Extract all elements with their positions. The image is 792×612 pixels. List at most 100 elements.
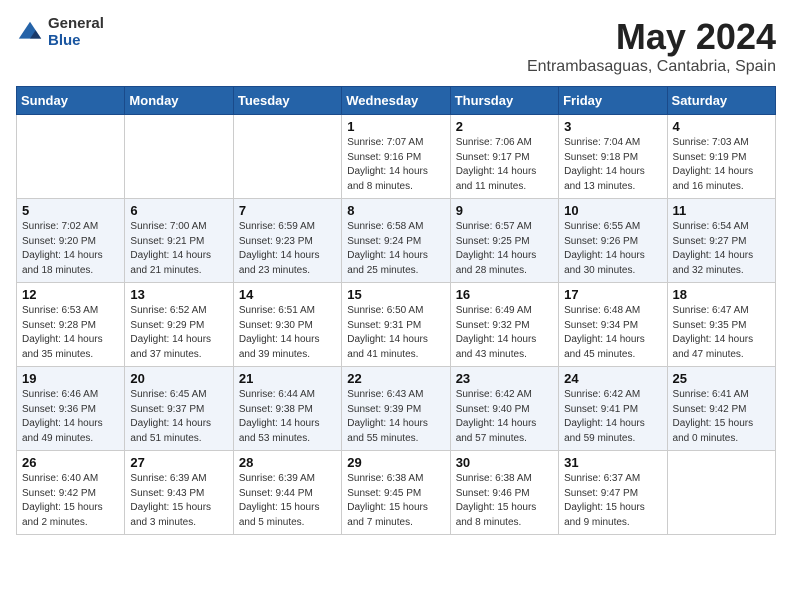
day-number: 16 (456, 287, 553, 302)
day-info: Sunrise: 6:59 AM Sunset: 9:23 PM Dayligh… (239, 220, 336, 278)
location-subtitle: Entrambasaguas, Cantabria, Spain (527, 58, 776, 76)
calendar-day-cell: 24 Sunrise: 6:42 AM Sunset: 9:41 PM Dayli… (559, 367, 667, 451)
calendar-day-cell: 27 Sunrise: 6:39 AM Sunset: 9:43 PM Dayli… (125, 451, 233, 535)
logo-blue-text: Blue (48, 33, 104, 50)
calendar-day-cell: 14Sunrise: 6:51 AM Sunset: 9:30 PM Dayli… (233, 283, 341, 367)
day-info: Sunrise: 7:06 AM Sunset: 9:17 PM Dayligh… (456, 136, 553, 194)
calendar-day-cell: 9Sunrise: 6:57 AM Sunset: 9:25 PM Daylig… (450, 199, 558, 283)
day-number: 18 (673, 287, 770, 302)
day-number: 10 (564, 203, 661, 218)
day-number: 3 (564, 119, 661, 134)
day-number: 1 (347, 119, 444, 134)
calendar-day-cell: 4Sunrise: 7:03 AM Sunset: 9:19 PM Daylig… (667, 115, 775, 199)
title-block: May 2024 Entrambasaguas, Cantabria, Spai… (527, 16, 776, 76)
day-info: Sunrise: 6:42 AM Sunset: 9:41 PM Dayligh… (564, 388, 661, 446)
day-number: 12 (22, 287, 119, 302)
calendar-day-cell: 25 Sunrise: 6:41 AM Sunset: 9:42 PM Dayli… (667, 367, 775, 451)
day-number: 17 (564, 287, 661, 302)
calendar-day-cell: 21 Sunrise: 6:44 AM Sunset: 9:38 PM Dayli… (233, 367, 341, 451)
logo-general-text: General (48, 16, 104, 33)
calendar-day-cell: 1 Sunrise: 7:07 AM Sunset: 9:16 PM Daylig… (342, 115, 450, 199)
month-title: May 2024 (527, 16, 776, 58)
calendar-day-cell: 23 Sunrise: 6:42 AM Sunset: 9:40 PM Dayli… (450, 367, 558, 451)
day-info: Sunrise: 7:04 AM Sunset: 9:18 PM Dayligh… (564, 136, 661, 194)
day-number: 2 (456, 119, 553, 134)
calendar-week-row: 5Sunrise: 7:02 AM Sunset: 9:20 PM Daylig… (17, 199, 776, 283)
calendar-day-cell: 20 Sunrise: 6:45 AM Sunset: 9:37 PM Dayli… (125, 367, 233, 451)
calendar-day-cell (17, 115, 125, 199)
day-info: Sunrise: 6:53 AM Sunset: 9:28 PM Dayligh… (22, 304, 119, 362)
day-info: Sunrise: 7:02 AM Sunset: 9:20 PM Dayligh… (22, 220, 119, 278)
day-info: Sunrise: 6:38 AM Sunset: 9:45 PM Dayligh… (347, 472, 444, 530)
day-info: Sunrise: 6:47 AM Sunset: 9:35 PM Dayligh… (673, 304, 770, 362)
day-number: 7 (239, 203, 336, 218)
calendar-day-cell: 2 Sunrise: 7:06 AM Sunset: 9:17 PM Daylig… (450, 115, 558, 199)
calendar-day-cell: 18 Sunrise: 6:47 AM Sunset: 9:35 PM Dayli… (667, 283, 775, 367)
day-info: Sunrise: 6:41 AM Sunset: 9:42 PM Dayligh… (673, 388, 770, 446)
calendar-week-row: 26 Sunrise: 6:40 AM Sunset: 9:42 PM Dayli… (17, 451, 776, 535)
day-info: Sunrise: 6:42 AM Sunset: 9:40 PM Dayligh… (456, 388, 553, 446)
calendar-week-row: 1 Sunrise: 7:07 AM Sunset: 9:16 PM Daylig… (17, 115, 776, 199)
day-number: 30 (456, 455, 553, 470)
logo: General Blue (16, 16, 104, 49)
day-number: 29 (347, 455, 444, 470)
calendar-day-cell: 31 Sunrise: 6:37 AM Sunset: 9:47 PM Dayli… (559, 451, 667, 535)
day-number: 15 (347, 287, 444, 302)
day-info: Sunrise: 6:49 AM Sunset: 9:32 PM Dayligh… (456, 304, 553, 362)
calendar-day-cell: 8 Sunrise: 6:58 AM Sunset: 9:24 PM Daylig… (342, 199, 450, 283)
day-of-week-header: Thursday (450, 87, 558, 115)
calendar-day-cell: 3 Sunrise: 7:04 AM Sunset: 9:18 PM Daylig… (559, 115, 667, 199)
day-info: Sunrise: 6:43 AM Sunset: 9:39 PM Dayligh… (347, 388, 444, 446)
day-info: Sunrise: 6:39 AM Sunset: 9:43 PM Dayligh… (130, 472, 227, 530)
day-number: 26 (22, 455, 119, 470)
day-info: Sunrise: 6:44 AM Sunset: 9:38 PM Dayligh… (239, 388, 336, 446)
calendar-day-cell: 11Sunrise: 6:54 AM Sunset: 9:27 PM Dayli… (667, 199, 775, 283)
logo-icon (16, 19, 44, 47)
day-info: Sunrise: 6:45 AM Sunset: 9:37 PM Dayligh… (130, 388, 227, 446)
calendar-day-cell: 22 Sunrise: 6:43 AM Sunset: 9:39 PM Dayli… (342, 367, 450, 451)
calendar-week-row: 19Sunrise: 6:46 AM Sunset: 9:36 PM Dayli… (17, 367, 776, 451)
day-info: Sunrise: 6:58 AM Sunset: 9:24 PM Dayligh… (347, 220, 444, 278)
calendar-day-cell: 10Sunrise: 6:55 AM Sunset: 9:26 PM Dayli… (559, 199, 667, 283)
day-number: 20 (130, 371, 227, 386)
day-number: 21 (239, 371, 336, 386)
day-info: Sunrise: 6:46 AM Sunset: 9:36 PM Dayligh… (22, 388, 119, 446)
calendar-day-cell: 16 Sunrise: 6:49 AM Sunset: 9:32 PM Dayli… (450, 283, 558, 367)
calendar-day-cell: 29 Sunrise: 6:38 AM Sunset: 9:45 PM Dayli… (342, 451, 450, 535)
day-info: Sunrise: 7:07 AM Sunset: 9:16 PM Dayligh… (347, 136, 444, 194)
day-number: 4 (673, 119, 770, 134)
day-info: Sunrise: 6:39 AM Sunset: 9:44 PM Dayligh… (239, 472, 336, 530)
calendar-day-cell (125, 115, 233, 199)
calendar-day-cell: 26 Sunrise: 6:40 AM Sunset: 9:42 PM Dayli… (17, 451, 125, 535)
day-number: 6 (130, 203, 227, 218)
day-of-week-header: Friday (559, 87, 667, 115)
calendar-day-cell: 6Sunrise: 7:00 AM Sunset: 9:21 PM Daylig… (125, 199, 233, 283)
calendar-day-cell (667, 451, 775, 535)
calendar-day-cell: 30 Sunrise: 6:38 AM Sunset: 9:46 PM Dayli… (450, 451, 558, 535)
day-of-week-header: Monday (125, 87, 233, 115)
day-number: 8 (347, 203, 444, 218)
day-of-week-header: Wednesday (342, 87, 450, 115)
day-info: Sunrise: 6:51 AM Sunset: 9:30 PM Dayligh… (239, 304, 336, 362)
day-number: 28 (239, 455, 336, 470)
calendar-day-cell (233, 115, 341, 199)
day-info: Sunrise: 6:38 AM Sunset: 9:46 PM Dayligh… (456, 472, 553, 530)
day-number: 25 (673, 371, 770, 386)
calendar-day-cell: 5Sunrise: 7:02 AM Sunset: 9:20 PM Daylig… (17, 199, 125, 283)
day-info: Sunrise: 6:54 AM Sunset: 9:27 PM Dayligh… (673, 220, 770, 278)
day-number: 13 (130, 287, 227, 302)
day-info: Sunrise: 6:37 AM Sunset: 9:47 PM Dayligh… (564, 472, 661, 530)
calendar-day-cell: 15 Sunrise: 6:50 AM Sunset: 9:31 PM Dayli… (342, 283, 450, 367)
day-number: 22 (347, 371, 444, 386)
day-number: 23 (456, 371, 553, 386)
day-number: 24 (564, 371, 661, 386)
logo-text: General Blue (48, 16, 104, 49)
day-info: Sunrise: 6:50 AM Sunset: 9:31 PM Dayligh… (347, 304, 444, 362)
day-of-week-header: Saturday (667, 87, 775, 115)
calendar-table: SundayMondayTuesdayWednesdayThursdayFrid… (16, 86, 776, 535)
calendar-header-row: SundayMondayTuesdayWednesdayThursdayFrid… (17, 87, 776, 115)
day-info: Sunrise: 6:40 AM Sunset: 9:42 PM Dayligh… (22, 472, 119, 530)
day-number: 9 (456, 203, 553, 218)
day-number: 27 (130, 455, 227, 470)
day-number: 31 (564, 455, 661, 470)
